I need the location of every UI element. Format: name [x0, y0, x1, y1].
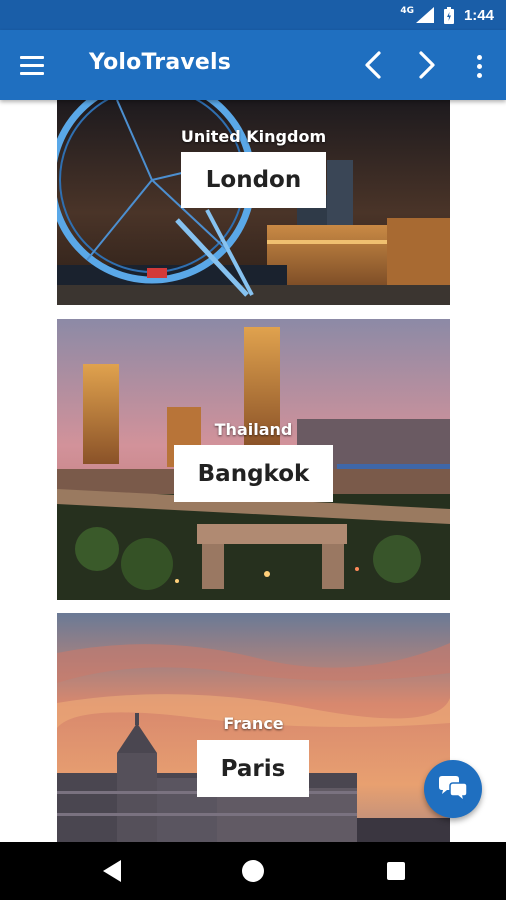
destination-card-london[interactable]: United Kingdom London: [57, 100, 450, 305]
city-label: Paris: [197, 740, 309, 797]
nav-home-icon[interactable]: [242, 860, 264, 882]
chat-fab[interactable]: [424, 760, 482, 818]
back-arrow-icon[interactable]: [357, 48, 391, 82]
status-bar: 4G 1:44: [0, 0, 506, 30]
app-bar: YoloTravels: [0, 30, 506, 100]
network-type: 4G: [400, 6, 414, 16]
nav-recents-icon[interactable]: [387, 862, 405, 880]
destination-card-paris[interactable]: France Paris: [57, 613, 450, 842]
city-label: Bangkok: [174, 445, 333, 502]
city-label: London: [181, 152, 326, 208]
battery-icon: [443, 6, 454, 24]
system-nav-bar: [0, 842, 506, 900]
country-label: France: [223, 714, 284, 733]
chat-bubbles-icon: [439, 776, 468, 803]
destination-card-bangkok[interactable]: Thailand Bangkok: [57, 319, 450, 600]
nav-back-icon[interactable]: [101, 859, 123, 883]
app-title: YoloTravels: [89, 50, 232, 75]
destination-list: United Kingdom London Thailand Bangkok F…: [0, 100, 506, 842]
forward-arrow-icon[interactable]: [409, 48, 443, 82]
country-label: Thailand: [214, 420, 293, 439]
country-label: United Kingdom: [180, 127, 327, 146]
menu-icon[interactable]: [20, 52, 50, 78]
signal-icon: [415, 7, 434, 23]
app-screen: 4G 1:44 YoloTravels United Kingdom Londo…: [0, 0, 506, 900]
status-time: 1:44: [463, 6, 494, 24]
more-vert-icon[interactable]: [468, 49, 490, 83]
